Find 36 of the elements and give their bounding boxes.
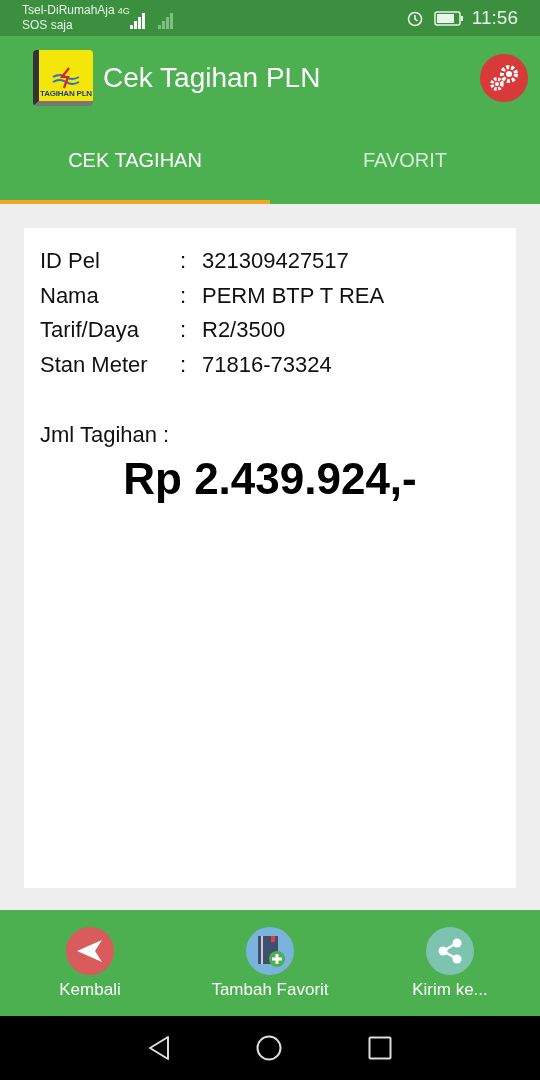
- carrier-name: Tsel-DiRumahAja: [22, 3, 115, 18]
- carrier-name: SOS saja: [22, 18, 74, 33]
- favorite-button[interactable]: Tambah Favorit: [180, 910, 360, 1016]
- back-icon: [66, 926, 114, 975]
- bill-amount: Rp 2.439.924,-: [122, 454, 418, 504]
- home-icon[interactable]: [256, 1035, 282, 1061]
- field-separator: :: [180, 281, 188, 310]
- tab[interactable]: FAVORIT: [270, 120, 540, 204]
- back-icon[interactable]: [148, 1035, 170, 1061]
- field-separator: :: [180, 316, 188, 344]
- alarm-icon: [405, 9, 424, 27]
- field-separator: :: [180, 247, 188, 275]
- signal-icon: [129, 11, 174, 29]
- recents-icon[interactable]: [368, 1036, 392, 1060]
- tab[interactable]: CEK TAGIHAN: [0, 120, 270, 204]
- field-label: ID Pel: [40, 247, 101, 275]
- clock-time: 11:56: [471, 7, 518, 29]
- field-value: 71816-73324: [202, 350, 332, 379]
- battery-icon: [433, 10, 464, 26]
- field-separator: :: [180, 350, 188, 379]
- lightning-wave-icon: [51, 67, 81, 89]
- field-label: Nama: [40, 281, 100, 310]
- back-button[interactable]: Kembali: [0, 910, 180, 1016]
- bill-label: Jml Tagihan :: [40, 422, 171, 448]
- field-value: 321309427517: [202, 247, 349, 275]
- field-value: PERM BTP T REA: [202, 281, 385, 310]
- app-title: Cek Tagihan PLN: [103, 62, 322, 94]
- settings-icon[interactable]: [480, 54, 528, 102]
- logo-text: TAGIHAN PLN: [40, 89, 92, 98]
- share-button[interactable]: Kirim ke...: [360, 910, 540, 1016]
- field-value: R2/3500: [202, 316, 286, 344]
- share-icon: [426, 926, 474, 975]
- field-label: Stan Meter: [40, 350, 149, 379]
- network-type: 4G: [117, 6, 130, 16]
- book-add-icon: [246, 926, 294, 975]
- field-label: Tarif/Daya: [40, 316, 141, 344]
